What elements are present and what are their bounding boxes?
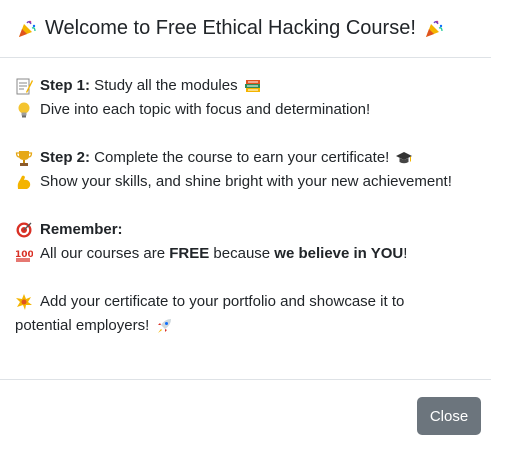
step-2-text: Complete the course to earn your certifi… <box>90 149 390 166</box>
direct-hit-icon <box>15 221 33 239</box>
step-2-line: Step 2: Complete the course to earn your… <box>15 146 485 170</box>
remember-detail-line: 100 All our courses are FREE because we … <box>15 242 485 266</box>
step-2-detail-text: Show your skills, and shine bright with … <box>40 173 452 190</box>
light-bulb-icon <box>15 101 33 119</box>
hundred-points-icon: 100 <box>15 245 33 263</box>
portfolio-line-2: potential employers! <box>15 314 485 338</box>
free-emphasis: FREE <box>169 245 210 262</box>
portfolio-line-1: Add your certificate to your portfolio a… <box>15 290 485 314</box>
modal-header: Welcome to Free Ethical Hacking Course! <box>0 0 491 58</box>
remember-line: Remember: <box>15 218 485 242</box>
step-1-detail-line: Dive into each topic with focus and dete… <box>15 98 485 122</box>
step-1-line: Step 1: Study all the modules <box>15 74 485 98</box>
modal-title-text: Welcome to Free Ethical Hacking Course! <box>45 17 416 39</box>
modal-footer: Close <box>0 379 491 452</box>
step-2-detail-line: Show your skills, and shine bright with … <box>15 170 485 194</box>
believe-emphasis: we believe in YOU <box>274 245 404 262</box>
modal-title: Welcome to Free Ethical Hacking Course! <box>17 17 444 40</box>
step-2-label: Step 2: <box>40 149 91 166</box>
graduation-cap-icon <box>395 149 413 167</box>
remember-text-middle: because <box>209 245 275 262</box>
trophy-icon <box>15 149 33 167</box>
books-icon <box>244 77 262 95</box>
close-button[interactable]: Close <box>417 397 481 435</box>
party-popper-icon <box>17 19 37 39</box>
remember-text-before: All our courses are <box>40 245 170 262</box>
step-1-text: Study all the modules <box>90 77 238 94</box>
step-1-detail-text: Dive into each topic with focus and dete… <box>40 101 371 118</box>
remember-label: Remember: <box>40 221 123 238</box>
collision-icon <box>15 293 33 311</box>
party-popper-icon <box>424 19 444 39</box>
rocket-icon <box>155 317 173 335</box>
flexed-biceps-icon <box>15 173 33 191</box>
step-1-label: Step 1: <box>40 77 91 94</box>
memo-icon <box>15 77 33 95</box>
welcome-modal: Welcome to Free Ethical Hacking Course! <box>0 0 491 452</box>
modal-body: Step 1: Study all the modules Dive into … <box>15 74 485 338</box>
portfolio-text-line-2: potential employers! <box>15 317 150 334</box>
portfolio-text-line-1: Add your certificate to your portfolio a… <box>40 293 405 310</box>
remember-text-after: ! <box>403 245 408 262</box>
